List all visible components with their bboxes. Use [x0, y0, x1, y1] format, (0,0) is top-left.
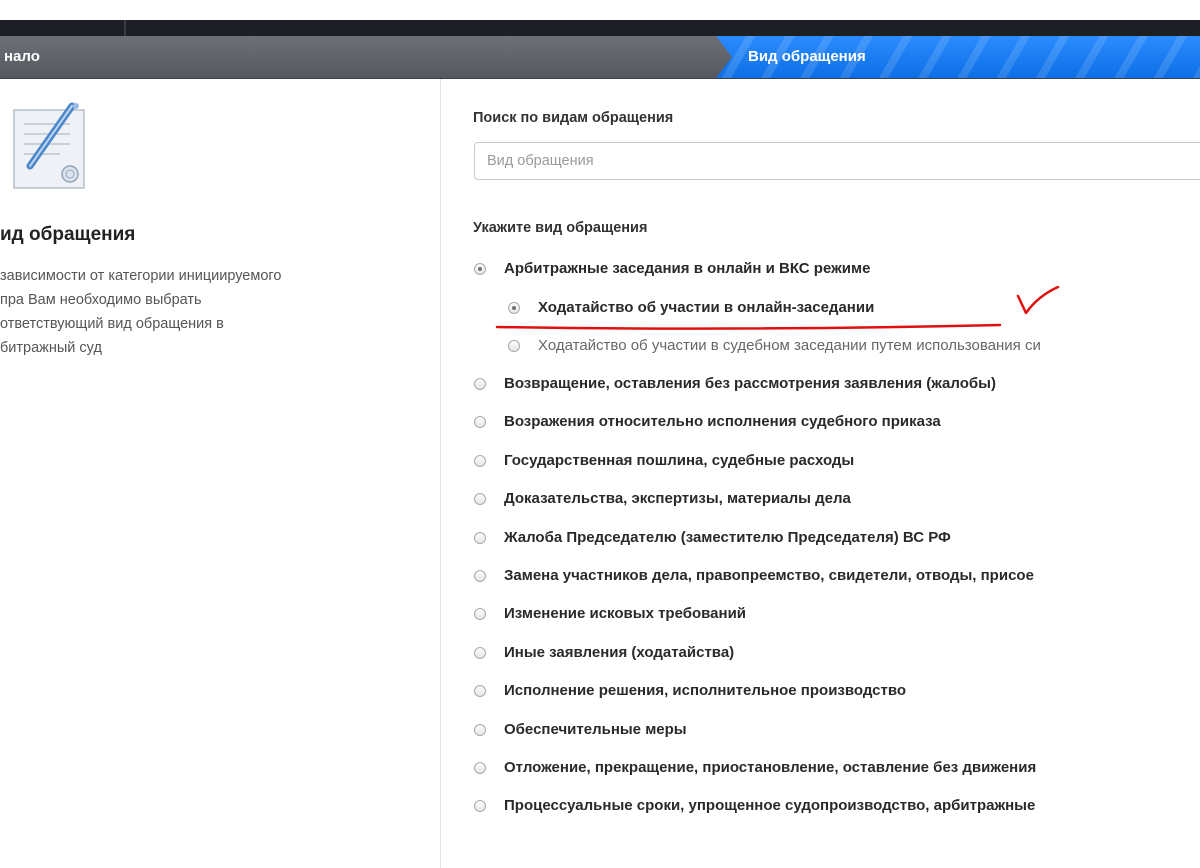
wizard-steps: нало Вид обращения	[0, 36, 1200, 79]
option-label: Отложение, прекращение, приостановление,…	[504, 759, 1037, 776]
option-state-fee[interactable]: Государственная пошлина, судебные расход…	[474, 452, 854, 469]
option-label: Обеспечительные меры	[504, 721, 687, 738]
radio-icon[interactable]	[474, 531, 486, 544]
select-type-label: Укажите вид обращения	[473, 220, 648, 236]
option-return-without-consideration[interactable]: Возвращение, оставления без рассмотрения…	[474, 375, 996, 392]
option-complaint-chairman[interactable]: Жалоба Председателю (заместителю Председ…	[474, 529, 951, 546]
radio-icon[interactable]	[474, 454, 486, 467]
option-arbitration-sessions-online[interactable]: Арбитражные заседания в онлайн и ВКС реж…	[474, 260, 870, 277]
description-line: ответствующий вид обращения в	[0, 316, 224, 332]
wizard-step-active-label: Вид обращения	[748, 48, 866, 65]
description-line: пра Вам необходимо выбрать	[0, 292, 202, 308]
annotation-underline	[495, 323, 1002, 330]
wizard-step-active[interactable]: Вид обращения	[716, 36, 1200, 78]
option-interim-measures[interactable]: Обеспечительные меры	[474, 721, 687, 738]
radio-icon[interactable]	[474, 415, 486, 428]
option-label: Жалоба Председателю (заместителю Председ…	[504, 529, 951, 546]
option-postponement[interactable]: Отложение, прекращение, приостановление,…	[474, 759, 1036, 776]
radio-icon[interactable]	[474, 723, 486, 736]
option-court-order-objections[interactable]: Возражения относительно исполнения судеб…	[474, 413, 941, 430]
option-decision-execution[interactable]: Исполнение решения, исполнительное произ…	[474, 682, 906, 699]
radio-icon[interactable]	[474, 684, 486, 697]
radio-icon[interactable]	[474, 492, 486, 505]
document-pen-icon	[13, 102, 85, 189]
radio-icon[interactable]	[474, 646, 486, 659]
option-label: Возражения относительно исполнения судеб…	[504, 413, 941, 430]
option-other-petitions[interactable]: Иные заявления (ходатайства)	[474, 644, 734, 661]
wizard-step-start[interactable]: нало	[0, 36, 40, 78]
radio-checked-icon[interactable]	[474, 262, 486, 275]
option-procedural-deadlines[interactable]: Процессуальные сроки, упрощенное судопро…	[474, 797, 1035, 814]
annotation-checkmark	[1016, 285, 1060, 315]
description-line: зависимости от категории инициируемого	[0, 268, 282, 284]
option-label: Иные заявления (ходатайства)	[504, 644, 735, 661]
option-vks-session-petition[interactable]: Ходатайство об участии в судебном заседа…	[508, 337, 1041, 354]
option-label: Ходатайство об участии в судебном заседа…	[538, 337, 1041, 354]
top-bar	[0, 20, 1200, 36]
option-participants-replacement[interactable]: Замена участников дела, правопреемство, …	[474, 567, 1034, 584]
radio-checked-icon[interactable]	[508, 301, 520, 314]
option-label: Государственная пошлина, судебные расход…	[504, 452, 855, 469]
option-label: Исполнение решения, исполнительное произ…	[504, 682, 907, 699]
option-label: Возвращение, оставления без рассмотрения…	[504, 375, 996, 392]
left-panel-description: зависимости от категории инициируемого п…	[0, 264, 420, 360]
option-evidence[interactable]: Доказательства, экспертизы, материалы де…	[474, 490, 851, 507]
option-label: Ходатайство об участии в онлайн-заседани…	[538, 299, 875, 316]
panel-divider	[440, 79, 441, 868]
option-label: Процессуальные сроки, упрощенное судопро…	[504, 797, 1036, 814]
radio-icon[interactable]	[474, 761, 486, 774]
radio-icon[interactable]	[474, 799, 486, 812]
search-label: Поиск по видам обращения	[473, 110, 674, 126]
radio-icon[interactable]	[474, 569, 486, 582]
description-line: битражный суд	[0, 340, 102, 356]
option-label: Арбитражные заседания в онлайн и ВКС реж…	[504, 260, 871, 277]
option-label: Доказательства, экспертизы, материалы де…	[504, 490, 851, 507]
top-bar-separator	[124, 20, 126, 36]
option-label: Изменение исковых требований	[504, 605, 747, 622]
option-label: Замена участников дела, правопреемство, …	[504, 567, 1034, 584]
radio-icon[interactable]	[508, 339, 520, 352]
radio-icon[interactable]	[474, 607, 486, 620]
option-claims-change[interactable]: Изменение исковых требований	[474, 605, 746, 622]
search-input[interactable]	[474, 142, 1200, 180]
radio-icon[interactable]	[474, 377, 486, 390]
option-online-session-petition[interactable]: Ходатайство об участии в онлайн-заседани…	[508, 299, 874, 316]
left-panel-title: ид обращения	[0, 224, 136, 245]
